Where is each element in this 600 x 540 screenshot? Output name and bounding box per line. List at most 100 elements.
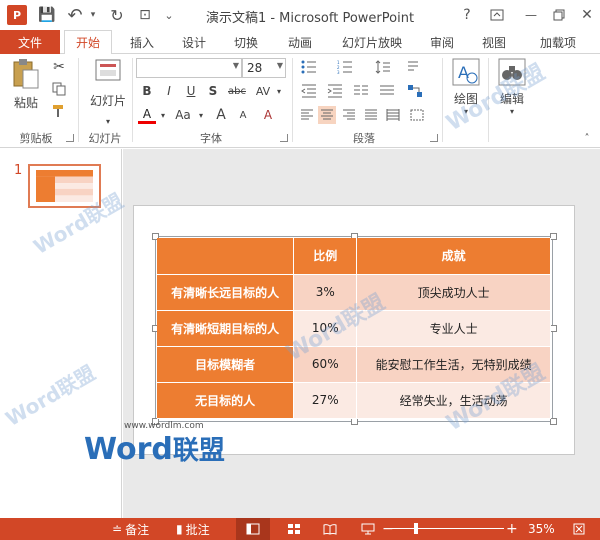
tab-slide-show[interactable]: 幻灯片放映 — [334, 30, 410, 54]
presenter-icon[interactable]: ⊡ — [134, 5, 156, 25]
distribute-icon[interactable] — [384, 106, 402, 124]
bullets-icon[interactable] — [298, 58, 320, 76]
binoculars-icon — [498, 58, 526, 86]
italic-button[interactable]: I — [160, 82, 178, 100]
undo-dropdown-icon[interactable]: ▾ — [88, 5, 98, 25]
minimize-button[interactable]: — — [520, 4, 542, 26]
fit-to-window-button[interactable] — [570, 518, 588, 540]
tab-addins[interactable]: 加载项 — [528, 30, 588, 54]
table-cell-ratio[interactable]: 60% — [293, 346, 358, 383]
character-spacing-button[interactable]: AV — [252, 82, 274, 100]
achievement-table[interactable]: 比例 成就 有清晰长远目标的人 3% 顶尖成功人士 有清晰短期目标的人 10% … — [157, 238, 551, 419]
copy-icon[interactable] — [50, 80, 68, 98]
reading-view-button[interactable] — [320, 518, 340, 540]
table-header-cell[interactable]: 比例 — [293, 238, 358, 275]
align-left-icon[interactable] — [298, 106, 316, 124]
table-cell-result[interactable]: 顶尖成功人士 — [356, 274, 551, 311]
close-button[interactable]: ✕ — [576, 4, 598, 26]
format-painter-icon[interactable] — [50, 102, 68, 120]
slide-sorter-button[interactable] — [284, 518, 304, 540]
chevron-down-icon[interactable]: ▾ — [196, 108, 206, 122]
change-case-button[interactable]: Aa — [170, 106, 196, 124]
strikethrough-button[interactable]: abc — [226, 82, 248, 100]
resize-handle[interactable] — [550, 233, 557, 240]
tab-home[interactable]: 开始 — [64, 30, 112, 55]
table-cell-ratio[interactable]: 27% — [293, 382, 358, 419]
font-name-combo[interactable]: ▼ — [136, 58, 242, 78]
columns-icon[interactable] — [350, 82, 372, 100]
font-size-combo[interactable]: 28 ▼ — [242, 58, 286, 78]
zoom-level[interactable]: 35% — [528, 518, 555, 540]
slide-thumbnail[interactable] — [28, 164, 101, 208]
tab-transitions[interactable]: 切换 — [224, 30, 268, 54]
zoom-in-button[interactable]: + — [506, 518, 518, 540]
paragraph-launcher-icon[interactable] — [430, 134, 438, 142]
ribbon-display-options-icon[interactable] — [486, 4, 508, 26]
table-row-label[interactable]: 无目标的人 — [157, 382, 295, 419]
table-cell-result[interactable]: 专业人士 — [356, 310, 551, 347]
clipboard-launcher-icon[interactable] — [66, 134, 74, 142]
table-cell-result[interactable]: 能安慰工作生活，无特别成绩 — [356, 346, 551, 383]
new-slide-button[interactable]: 幻灯片 — [86, 58, 130, 118]
undo-icon[interactable]: ↶ — [64, 5, 86, 26]
align-right-icon[interactable] — [340, 106, 358, 124]
clear-formatting-button[interactable]: A — [258, 106, 278, 124]
resize-handle[interactable] — [351, 418, 358, 425]
table-row-label[interactable]: 目标模糊者 — [157, 346, 295, 383]
table-header-cell[interactable]: 成就 — [356, 238, 551, 275]
zoom-slider-track[interactable] — [392, 528, 504, 529]
line-spacing-icon[interactable] — [372, 58, 394, 76]
editing-button[interactable]: 编辑 ▾ — [492, 58, 532, 122]
numbering-icon[interactable]: 123 — [334, 58, 356, 76]
underline-button[interactable]: U — [182, 82, 200, 100]
table-row-label[interactable]: 有清晰短期目标的人 — [157, 310, 295, 347]
save-icon[interactable]: 💾 — [36, 5, 58, 25]
shadow-button[interactable]: S — [204, 82, 222, 100]
table-header-cell[interactable] — [157, 238, 295, 275]
tab-file[interactable]: 文件 — [0, 30, 60, 54]
cut-icon[interactable]: ✂ — [50, 58, 68, 76]
smartart-icon[interactable] — [404, 82, 426, 100]
shrink-font-button[interactable]: A — [234, 106, 252, 124]
tab-animations[interactable]: 动画 — [276, 30, 324, 54]
slide-show-button[interactable] — [358, 518, 378, 540]
collapse-ribbon-icon[interactable]: ˄ — [580, 132, 594, 144]
justify-icon[interactable] — [362, 106, 380, 124]
table-row-label[interactable]: 有清晰长远目标的人 — [157, 274, 295, 311]
tab-insert[interactable]: 插入 — [120, 30, 164, 54]
align-center-icon[interactable] — [318, 106, 336, 124]
table-cell-ratio[interactable]: 3% — [293, 274, 358, 311]
decrease-indent-icon[interactable] — [298, 82, 320, 100]
paste-icon — [13, 59, 39, 89]
border-icon[interactable] — [408, 106, 426, 124]
resize-handle[interactable] — [550, 418, 557, 425]
tab-review[interactable]: 审阅 — [420, 30, 464, 54]
tab-design[interactable]: 设计 — [172, 30, 216, 54]
drawing-button[interactable]: A 绘图 ▾ — [446, 58, 486, 122]
zoom-out-button[interactable]: − — [382, 518, 394, 540]
font-color-button[interactable]: A — [138, 106, 156, 124]
font-launcher-icon[interactable] — [280, 134, 288, 142]
redo-icon[interactable]: ↻ — [106, 5, 128, 25]
normal-view-button[interactable] — [236, 518, 270, 540]
comments-button[interactable]: ▮ 批注 — [176, 518, 210, 540]
grow-font-button[interactable]: A — [212, 106, 230, 124]
table-cell-ratio[interactable]: 10% — [293, 310, 358, 347]
bold-button[interactable]: B — [138, 82, 156, 100]
chevron-down-icon[interactable]: ▾ — [274, 82, 284, 100]
restore-button[interactable] — [548, 4, 570, 26]
direction-icon[interactable] — [404, 58, 422, 76]
increase-indent-icon[interactable] — [324, 82, 346, 100]
paste-button[interactable]: 粘贴 — [8, 58, 44, 118]
align-text-icon[interactable] — [376, 82, 398, 100]
new-slide-dropdown-icon[interactable]: ▾ — [102, 116, 114, 126]
tab-view[interactable]: 视图 — [472, 30, 516, 54]
help-button[interactable]: ? — [456, 4, 478, 26]
table-cell-result[interactable]: 经常失业，生活动荡 — [356, 382, 551, 419]
chevron-down-icon[interactable]: ▾ — [158, 108, 168, 122]
customize-qat-icon[interactable]: ⌄ — [162, 5, 176, 25]
notes-button[interactable]: ≐ 备注 — [112, 518, 149, 540]
zoom-slider-thumb[interactable] — [414, 523, 418, 534]
powerpoint-app-icon[interactable]: P — [7, 5, 27, 25]
resize-handle[interactable] — [550, 325, 557, 332]
